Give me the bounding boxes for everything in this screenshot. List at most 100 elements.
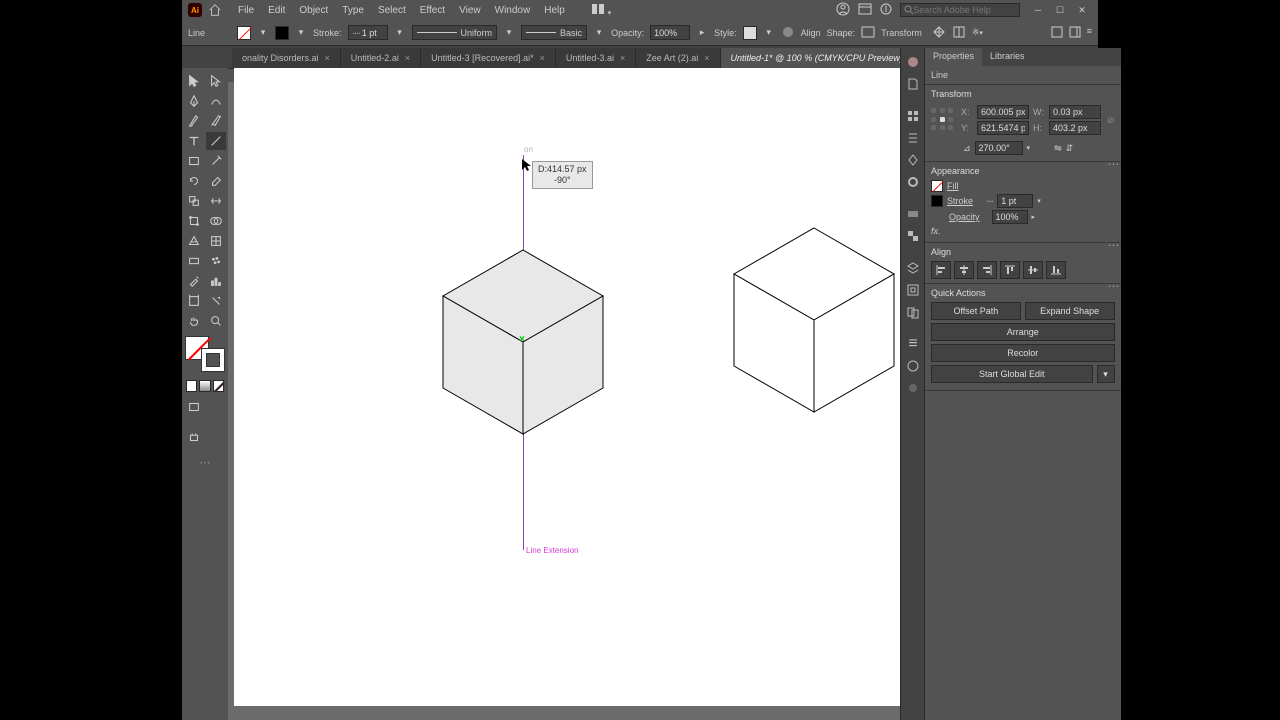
menu-effect[interactable]: Effect xyxy=(414,3,451,18)
align-bottom-icon[interactable] xyxy=(1046,261,1066,279)
transparency-panel-icon[interactable] xyxy=(903,226,923,246)
align-hcenter-icon[interactable] xyxy=(954,261,974,279)
edit-toolbar-icon[interactable] xyxy=(184,428,204,446)
line-tool[interactable] xyxy=(206,132,226,150)
recolor-icon[interactable] xyxy=(781,25,795,41)
width-tool[interactable] xyxy=(206,192,226,210)
fill-dd[interactable]: ▾ xyxy=(257,27,269,39)
symbol-spray-tool[interactable] xyxy=(206,252,226,270)
eyedropper-tool[interactable] xyxy=(184,272,204,290)
start-global-edit-button[interactable]: Start Global Edit xyxy=(931,365,1093,383)
free-transform-tool[interactable] xyxy=(184,212,204,230)
stroke-weight[interactable]: ᠁1 pt xyxy=(348,25,388,40)
flip-v-icon[interactable]: ⇵ xyxy=(1066,143,1074,154)
toolbar-more-icon[interactable]: ⋯ xyxy=(184,456,226,469)
tab-libraries[interactable]: Libraries xyxy=(982,48,1033,66)
shape-icon[interactable] xyxy=(861,26,875,40)
close-tab-icon[interactable]: × xyxy=(620,53,625,63)
doc-tab[interactable]: Untitled-2.ai× xyxy=(341,48,421,68)
home-icon[interactable] xyxy=(208,3,222,17)
direct-select-tool[interactable] xyxy=(206,72,226,90)
more-options-icon[interactable]: ⋯ xyxy=(1108,279,1118,293)
stroke-profile[interactable]: Uniform xyxy=(412,25,498,40)
perspective-tool[interactable] xyxy=(184,232,204,250)
color-mode-swatches[interactable] xyxy=(184,378,226,394)
selection-tool[interactable] xyxy=(184,72,204,90)
fill-swatch-panel[interactable] xyxy=(931,180,943,192)
type-tool[interactable] xyxy=(184,132,204,150)
menu-edit[interactable]: Edit xyxy=(262,3,291,18)
artboard-tool[interactable] xyxy=(184,292,204,310)
shaper-tool[interactable] xyxy=(206,152,226,170)
mesh-tool[interactable] xyxy=(206,232,226,250)
offset-path-button[interactable]: Offset Path xyxy=(931,302,1021,320)
search-input[interactable] xyxy=(913,5,1016,15)
menu-object[interactable]: Object xyxy=(293,3,334,18)
fill-swatch[interactable] xyxy=(237,26,251,40)
close-button[interactable]: ✕ xyxy=(1072,3,1092,17)
scale-tool[interactable] xyxy=(184,192,204,210)
align-vcenter-icon[interactable] xyxy=(1023,261,1043,279)
rotate-tool[interactable] xyxy=(184,172,204,190)
opacity-value[interactable]: 100% xyxy=(650,25,690,40)
close-tab-icon[interactable]: × xyxy=(405,53,410,63)
appearance-panel-icon[interactable]: ≡ xyxy=(903,334,923,354)
fx-icon[interactable]: fx. xyxy=(931,226,941,236)
blob-brush-tool[interactable] xyxy=(206,112,226,130)
stroke-link[interactable]: Stroke xyxy=(947,196,973,206)
menu-select[interactable]: Select xyxy=(372,3,412,18)
eraser-tool[interactable] xyxy=(206,172,226,190)
arrange-docs-icon[interactable]: ▾ xyxy=(591,3,611,18)
brush-tool[interactable] xyxy=(184,112,204,130)
panel-menu-icon[interactable]: ≡ xyxy=(1087,26,1092,40)
isolate-icon[interactable] xyxy=(932,25,946,41)
style-swatch[interactable] xyxy=(743,26,757,40)
tab-properties[interactable]: Properties xyxy=(925,48,982,66)
slice-tool[interactable] xyxy=(206,292,226,310)
screen-mode-tool[interactable] xyxy=(184,398,204,416)
opacity-panel[interactable] xyxy=(992,210,1028,224)
y-input[interactable] xyxy=(977,121,1029,135)
user-icon[interactable] xyxy=(836,2,850,19)
doc-tab[interactable]: Untitled-3 [Recovered].ai*× xyxy=(421,48,556,68)
workspace-icon[interactable] xyxy=(858,3,872,18)
recolor-button[interactable]: Recolor xyxy=(931,344,1115,362)
h-input[interactable] xyxy=(1049,121,1101,135)
close-tab-icon[interactable]: × xyxy=(540,53,545,63)
pen-tool[interactable] xyxy=(184,92,204,110)
search-box[interactable] xyxy=(900,3,1020,17)
artboards-panel-icon[interactable] xyxy=(903,302,923,322)
menu-view[interactable]: View xyxy=(453,3,487,18)
doc-tab[interactable]: Zee Art (2).ai× xyxy=(636,48,720,68)
more-panel-icon[interactable] xyxy=(903,378,923,398)
align-pixel-icon[interactable]: ※▾ xyxy=(972,27,983,38)
align-left-icon[interactable] xyxy=(931,261,951,279)
link-wh-icon[interactable]: ⊘ xyxy=(1107,115,1115,126)
sge-dd[interactable]: ▾ xyxy=(1097,365,1115,383)
doc-tab[interactable]: onality Disorders.ai× xyxy=(232,48,341,68)
arrange-button[interactable]: Arrange xyxy=(931,323,1115,341)
doc-tab[interactable]: Untitled-3.ai× xyxy=(556,48,636,68)
minimize-button[interactable]: ─ xyxy=(1028,3,1048,17)
reference-point-selector[interactable] xyxy=(931,108,955,132)
shape-label[interactable]: Shape: xyxy=(827,28,856,38)
edit-sym-icon[interactable] xyxy=(952,25,966,41)
w-input[interactable] xyxy=(1049,105,1101,119)
rectangle-tool[interactable] xyxy=(184,152,204,170)
stroke-swatch-panel[interactable] xyxy=(931,195,943,207)
align-right-icon[interactable] xyxy=(977,261,997,279)
transform-label[interactable]: Transform xyxy=(881,28,922,38)
menu-help[interactable]: Help xyxy=(538,3,571,18)
maximize-button[interactable]: ☐ xyxy=(1050,3,1070,17)
close-tab-icon[interactable]: × xyxy=(704,53,709,63)
x-input[interactable] xyxy=(977,105,1029,119)
menu-type[interactable]: Type xyxy=(336,3,370,18)
angle-input[interactable] xyxy=(975,141,1023,155)
fill-stroke-indicator[interactable] xyxy=(185,336,225,372)
gradient-panel-icon[interactable] xyxy=(903,204,923,224)
doc-tab-active[interactable]: Untitled-1* @ 100 % (CMYK/CPU Preview)× xyxy=(721,48,925,68)
stroke-swatch[interactable] xyxy=(275,26,289,40)
expand-shape-button[interactable]: Expand Shape xyxy=(1025,302,1115,320)
opacity-link[interactable]: Opacity xyxy=(949,212,980,222)
symbols-panel-icon[interactable] xyxy=(903,150,923,170)
